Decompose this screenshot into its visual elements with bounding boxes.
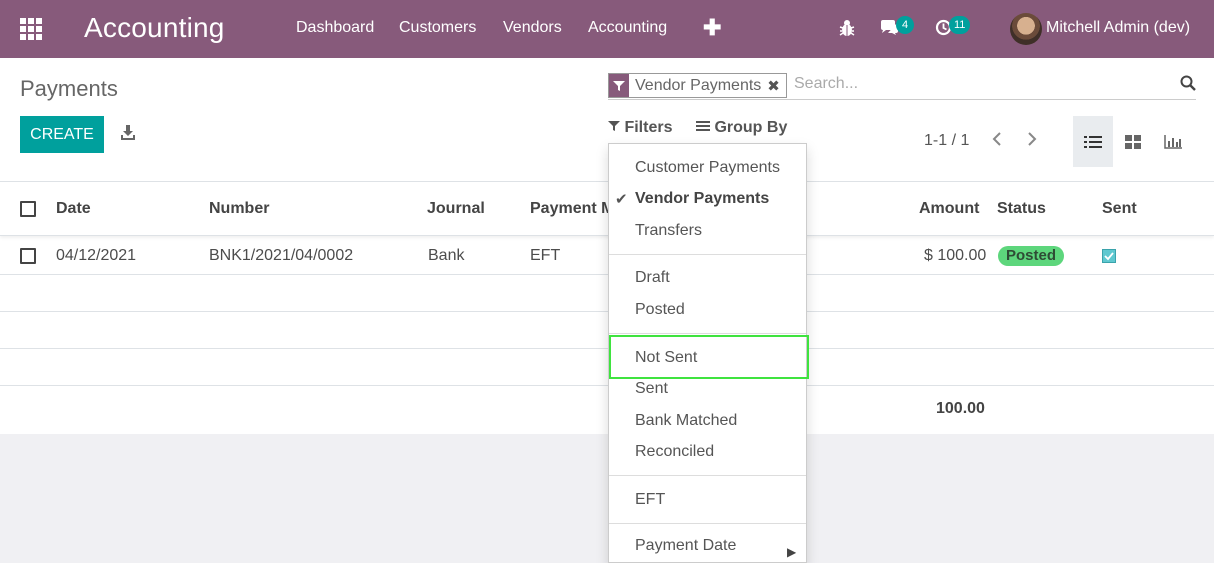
menu-dashboard[interactable]: Dashboard	[296, 19, 374, 37]
header-number[interactable]: Number	[209, 200, 269, 218]
empty-row	[0, 349, 1214, 386]
filter-posted[interactable]: Posted	[635, 301, 685, 319]
filter-icon	[608, 119, 624, 136]
remove-facet-icon[interactable]: ✖	[767, 77, 786, 95]
filter-icon	[609, 74, 629, 97]
groupby-button[interactable]: Group By	[696, 119, 787, 137]
filters-label: Filters	[624, 119, 673, 136]
top-navbar: Accounting Dashboard Customers Vendors A…	[0, 0, 1214, 58]
dropdown-divider	[609, 333, 806, 334]
facet-label: Vendor Payments	[635, 76, 762, 94]
chat-count-badge: 4	[896, 16, 914, 34]
graph-view-icon[interactable]	[1153, 116, 1193, 167]
filter-customer-payments[interactable]: Customer Payments	[635, 159, 780, 177]
user-menu[interactable]: Mitchell Admin (dev)	[1046, 19, 1190, 37]
menu-customers[interactable]: Customers	[399, 19, 476, 37]
table-row[interactable]: 04/12/2021 BNK1/2021/04/0002 Bank EFT $ …	[0, 237, 1214, 275]
filter-transfers[interactable]: Transfers	[635, 222, 702, 240]
bug-icon[interactable]	[839, 19, 855, 42]
download-icon[interactable]	[120, 124, 136, 142]
dropdown-divider	[609, 254, 806, 255]
dropdown-divider	[609, 475, 806, 476]
header-amount[interactable]: Amount	[919, 200, 979, 218]
control-panel: Payments CREATE Vendor Payments ✖ Search…	[0, 58, 1214, 182]
payments-list: Date Number Journal Payment M Amount Sta…	[0, 182, 1214, 434]
pager-value[interactable]: 1-1 / 1	[924, 132, 969, 150]
search-bar: Vendor Payments ✖ Search...	[608, 72, 1196, 100]
menu-vendors[interactable]: Vendors	[503, 19, 562, 37]
header-status[interactable]: Status	[997, 200, 1046, 218]
filters-button[interactable]: Filters	[608, 119, 672, 137]
filter-bank-matched[interactable]: Bank Matched	[635, 412, 737, 430]
chevron-right-icon[interactable]	[1027, 131, 1037, 152]
dropdown-divider	[609, 523, 806, 524]
list-view-icon[interactable]	[1073, 116, 1113, 167]
search-input[interactable]: Search...	[794, 75, 858, 93]
chevron-left-icon[interactable]	[992, 131, 1002, 152]
filter-reconciled[interactable]: Reconciled	[635, 443, 714, 461]
kanban-view-icon[interactable]	[1113, 116, 1153, 167]
row-checkbox[interactable]	[20, 248, 36, 264]
page-title: Payments	[20, 76, 118, 101]
app-title[interactable]: Accounting	[84, 12, 225, 44]
caret-right-icon: ▶	[787, 545, 797, 559]
apps-grid-icon[interactable]	[20, 18, 42, 40]
empty-row	[0, 275, 1214, 312]
plus-icon[interactable]: ✚	[703, 15, 721, 41]
groupby-label: Group By	[714, 119, 788, 136]
select-all-checkbox[interactable]	[20, 201, 36, 217]
filter-sent[interactable]: Sent	[635, 380, 668, 398]
create-button[interactable]: CREATE	[20, 116, 104, 153]
header-journal[interactable]: Journal	[427, 200, 485, 218]
menu-accounting[interactable]: Accounting	[588, 19, 667, 37]
filters-dropdown: Customer Payments ✔ Vendor Payments Tran…	[608, 143, 809, 563]
filter-eft[interactable]: EFT	[635, 491, 665, 509]
bars-icon	[696, 119, 714, 136]
search-facet[interactable]: Vendor Payments ✖	[608, 73, 787, 98]
filter-draft[interactable]: Draft	[635, 269, 670, 287]
cell-payment-method: EFT	[530, 247, 561, 264]
search-icon[interactable]	[1180, 75, 1196, 96]
cell-amount: $ 100.00	[924, 247, 987, 264]
status-badge: Posted	[998, 246, 1065, 266]
total-amount: 100.00	[936, 400, 985, 417]
filter-vendor-payments[interactable]: Vendor Payments	[635, 190, 769, 208]
cell-date: 04/12/2021	[56, 247, 137, 264]
filter-not-sent[interactable]: Not Sent	[635, 349, 697, 367]
table-header: Date Number Journal Payment M Amount Sta…	[0, 182, 1214, 236]
sent-checkbox	[1102, 249, 1116, 263]
cell-journal: Bank	[428, 247, 465, 264]
empty-row	[0, 312, 1214, 349]
header-date[interactable]: Date	[56, 200, 91, 218]
avatar[interactable]	[1010, 13, 1042, 45]
header-sent[interactable]: Sent	[1102, 200, 1137, 218]
cell-number: BNK1/2021/04/0002	[209, 247, 354, 264]
check-icon: ✔	[615, 191, 628, 208]
activity-count-badge: 11	[949, 16, 971, 34]
filter-payment-date[interactable]: Payment Date	[635, 537, 736, 555]
header-payment-method[interactable]: Payment M	[530, 200, 614, 218]
